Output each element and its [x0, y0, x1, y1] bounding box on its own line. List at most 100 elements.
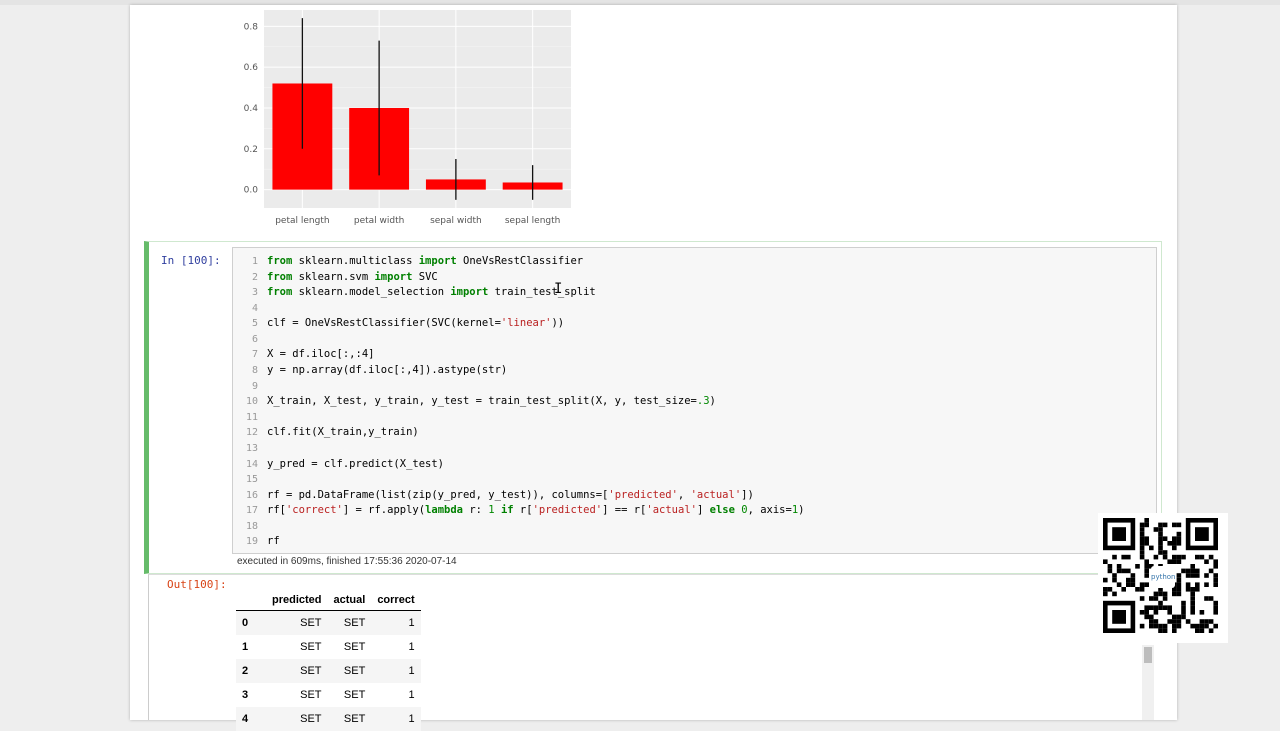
qr-module	[1176, 522, 1182, 528]
qr-module	[1172, 614, 1177, 620]
qr-module	[1181, 600, 1186, 606]
code-line[interactable]	[267, 519, 805, 535]
code-token: X_train, X_test, y_train, y_test = train…	[267, 395, 697, 408]
qr-module	[1199, 628, 1205, 633]
qr-module	[1153, 554, 1159, 560]
qr-module	[1139, 545, 1145, 551]
code-token: if	[500, 504, 514, 517]
line-number: 4	[251, 302, 258, 314]
qr-module	[1172, 591, 1177, 597]
code-token: from	[267, 270, 293, 283]
line-number: 13	[245, 442, 258, 454]
qr-module	[1107, 564, 1113, 569]
qr-module	[1172, 559, 1177, 564]
line-number: 2	[251, 271, 258, 283]
qr-module	[1185, 587, 1191, 592]
line-number: 14	[245, 458, 258, 470]
qr-finder	[1112, 527, 1126, 541]
qr-module	[1139, 596, 1145, 601]
qr-module	[1139, 527, 1145, 532]
column-header: correct	[371, 590, 421, 611]
code-line[interactable]: X_train, X_test, y_train, y_test = train…	[267, 394, 805, 410]
code-line[interactable]	[267, 332, 805, 348]
code-line[interactable]	[267, 410, 805, 426]
code-token: lambda	[425, 504, 463, 517]
y-tick-label: 0.0	[244, 186, 259, 196]
qr-module	[1158, 545, 1163, 551]
qr-module	[1176, 623, 1182, 629]
line-number: 9	[251, 380, 258, 392]
qr-finder	[1112, 610, 1126, 624]
qr-module	[1213, 582, 1218, 587]
qr-module	[1213, 564, 1218, 569]
python-logo-icon: python	[1151, 566, 1176, 588]
table-cell: SET	[343, 617, 366, 629]
code-line[interactable]: from sklearn.multiclass import OneVsRest…	[267, 254, 805, 270]
table-cell: 1	[408, 617, 415, 629]
code-line[interactable]: rf = pd.DataFrame(list(zip(y_pred, y_tes…	[267, 488, 805, 504]
qr-module	[1185, 582, 1191, 587]
qr-module	[1176, 614, 1182, 620]
code-line[interactable]: y_pred = clf.predict(X_test)	[267, 457, 805, 473]
qr-module	[1162, 522, 1168, 528]
code-line[interactable]	[267, 472, 805, 488]
qr-module	[1139, 541, 1145, 546]
qr-module	[1139, 522, 1145, 528]
qr-module	[1190, 573, 1195, 578]
qr-module	[1121, 587, 1126, 592]
qr-module	[1107, 568, 1113, 574]
qr-module	[1144, 541, 1149, 546]
qr-module	[1139, 531, 1145, 537]
qr-module	[1158, 591, 1163, 597]
table-cell: 1	[408, 689, 415, 701]
code-token: import	[418, 255, 457, 267]
y-tick-label: 0.2	[244, 145, 258, 155]
code-token: rf[	[267, 504, 286, 517]
code-token: rf	[267, 535, 280, 548]
code-token: 'predicted'	[608, 488, 678, 501]
qr-module	[1176, 582, 1182, 587]
qr-module	[1112, 577, 1117, 583]
code-line[interactable]	[267, 301, 805, 317]
code-line[interactable]: clf.fit(X_train,y_train)	[267, 425, 805, 441]
line-number: 3	[251, 287, 258, 299]
code-token: ]	[696, 504, 710, 517]
x-tick-label: sepal length	[505, 216, 561, 226]
code-line[interactable]: rf['correct'] = rf.apply(lambda r: 1 if …	[267, 503, 805, 519]
code-line[interactable]: from sklearn.svm import SVC	[267, 270, 805, 286]
code-token: from	[267, 286, 293, 299]
code-line[interactable]	[267, 441, 805, 457]
code-line[interactable]: rf	[267, 534, 805, 550]
code-line[interactable]: clf = OneVsRestClassifier(SVC(kernel='li…	[267, 316, 805, 332]
code-text[interactable]: from sklearn.multiclass import OneVsRest…	[267, 254, 805, 550]
qr-module	[1167, 605, 1172, 610]
qr-module	[1204, 559, 1209, 564]
line-number: 5	[251, 318, 258, 330]
code-token: OneVsRestClassifier	[456, 255, 584, 267]
code-line[interactable]	[267, 379, 805, 395]
line-number: 6	[251, 333, 258, 345]
qr-module	[1112, 573, 1117, 578]
qr-module	[1190, 605, 1195, 610]
code-token: sklearn.multiclass	[292, 255, 419, 267]
qr-module	[1199, 623, 1205, 629]
qr-module	[1185, 573, 1191, 578]
qr-module	[1176, 554, 1182, 560]
bar-chart: 0.0 0.2 0.4 0.6 0.8 petal length petal width se…	[244, 10, 571, 226]
scrollbar-thumb[interactable]	[1144, 647, 1152, 663]
table-cell: SET	[300, 641, 322, 653]
code-line[interactable]: y = np.array(df.iloc[:,4]).astype(str)	[267, 363, 805, 379]
qr-module	[1190, 600, 1195, 606]
code-token: train_test_split	[488, 286, 596, 299]
qr-module	[1144, 573, 1149, 578]
code-line[interactable]: X = df.iloc[:,:4]	[267, 347, 805, 363]
qr-module	[1139, 582, 1145, 587]
qr-module	[1195, 628, 1200, 633]
code-token: y_pred = clf.predict(X_test)	[267, 457, 445, 470]
qr-module	[1172, 536, 1177, 541]
qr-module	[1162, 628, 1168, 633]
qr-module	[1158, 623, 1163, 629]
code-line[interactable]: from sklearn.model_selection import trai…	[267, 285, 805, 301]
y-tick-label: 0.8	[244, 22, 259, 32]
qr-module	[1181, 554, 1186, 560]
